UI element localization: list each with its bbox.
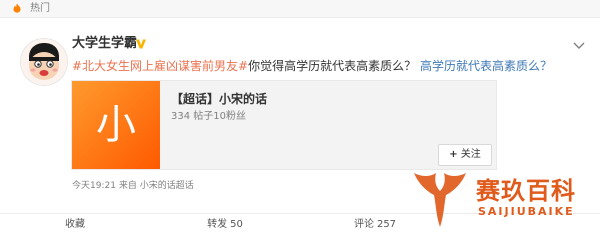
author-name[interactable]: 大学生学霸 xyxy=(72,36,137,52)
card-title[interactable]: 【超话】小宋的话 xyxy=(171,91,267,107)
follow-button[interactable]: + 关注 xyxy=(438,144,492,166)
hashtag-link[interactable]: #北大女生网上雇凶谋害前男友# xyxy=(72,59,248,73)
post-meta: 今天19:21 来自 小宋的话超话 xyxy=(72,180,194,192)
watermark: 赛玖百科 SAIJIUBAIKE xyxy=(410,167,600,237)
card-thumbnail-char: 小 xyxy=(96,102,136,148)
avatar[interactable] xyxy=(20,38,68,86)
source-prefix: 来自 xyxy=(118,181,137,191)
post-text: #北大女生网上雇凶谋害前男友#你觉得高学历就代表高素质么？ 高学历就代表高素质么… xyxy=(72,59,592,74)
plus-icon: + xyxy=(449,149,458,160)
watermark-title: 赛玖百科 xyxy=(476,177,576,205)
post-body: 你觉得高学历就代表高素质么？ xyxy=(248,59,417,73)
comment-count: 257 xyxy=(376,219,397,230)
repost-button[interactable]: 转发 50 xyxy=(150,214,300,244)
card-subtitle: 334 帖子10粉丝 xyxy=(171,111,246,122)
topic-link[interactable]: 高学历就代表高素质么？ xyxy=(420,59,552,73)
favorite-label: 收藏 xyxy=(65,219,85,230)
watermark-subtitle: SAIJIUBAIKE xyxy=(478,205,575,218)
hot-label[interactable]: 热门 xyxy=(30,2,50,15)
repost-count: 50 xyxy=(230,219,243,230)
chevron-down-icon[interactable] xyxy=(573,41,585,50)
card-thumbnail: 小 xyxy=(72,81,160,169)
flame-icon xyxy=(13,3,21,13)
verified-badge-icon xyxy=(136,39,146,49)
favorite-button[interactable]: 收藏 xyxy=(0,214,150,244)
hot-strip: 热门 xyxy=(0,0,600,18)
source-link[interactable]: 小宋的话超话 xyxy=(140,181,194,191)
fish-tail-logo-icon xyxy=(414,173,466,227)
avatar-cartoon-icon xyxy=(21,39,67,85)
super-topic-card[interactable]: 小 【超话】小宋的话 334 帖子10粉丝 + 关注 xyxy=(71,80,497,170)
repost-label: 转发 xyxy=(207,219,228,230)
follow-label: 关注 xyxy=(460,149,481,160)
comment-label: 评论 xyxy=(353,219,374,230)
post-time[interactable]: 今天19:21 xyxy=(72,181,116,191)
